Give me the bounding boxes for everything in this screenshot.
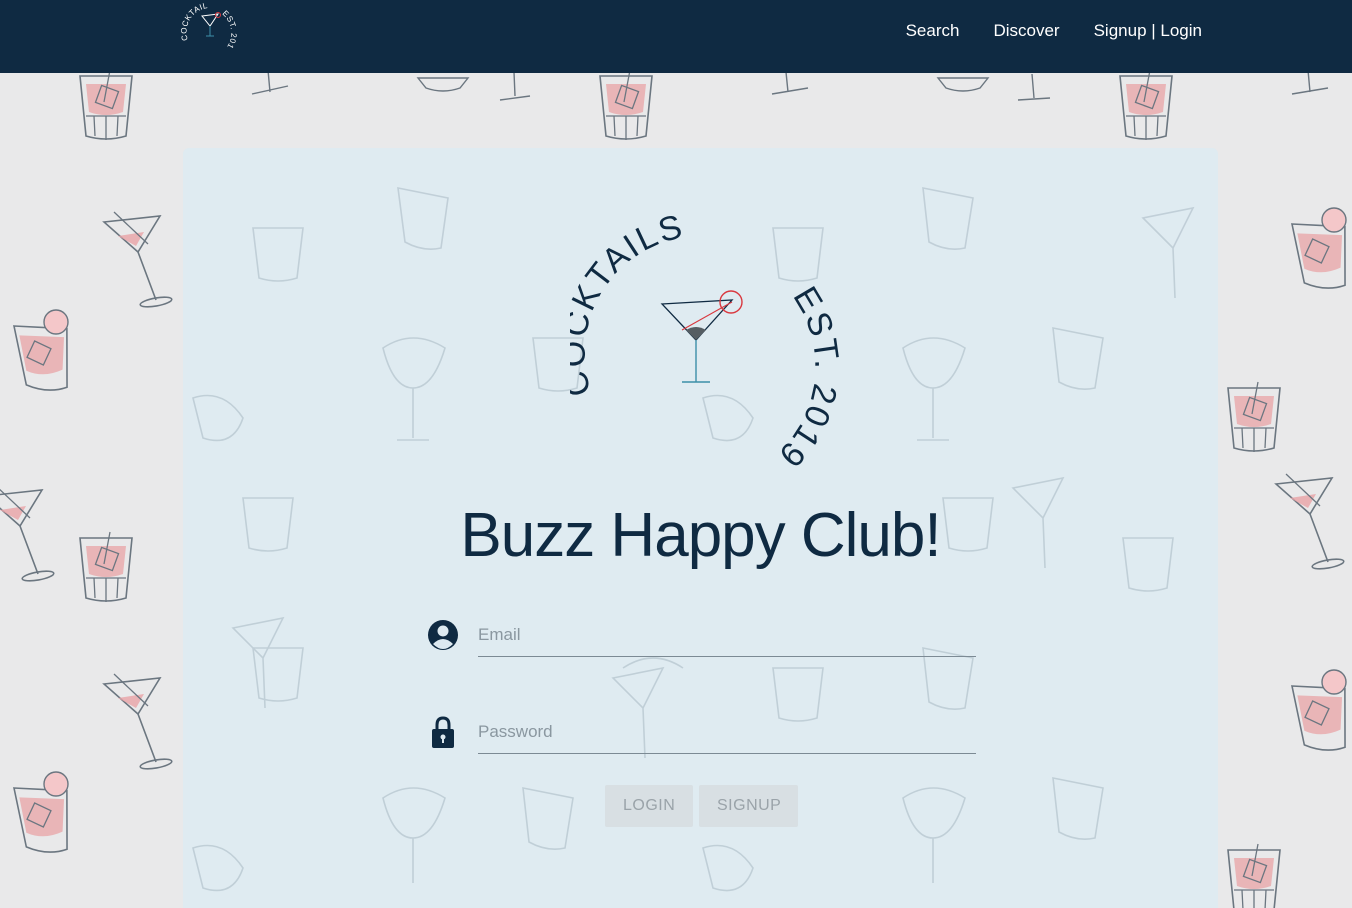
nav-search-link[interactable]: Search — [906, 20, 960, 42]
page-title: Buzz Happy Club! — [460, 501, 941, 570]
nav-signup-login-link[interactable]: Signup | Login — [1094, 20, 1202, 42]
password-input[interactable] — [478, 711, 976, 754]
person-circle-icon — [426, 618, 460, 652]
email-field-group — [426, 614, 978, 658]
form-buttons: LOGIN SIGNUP — [605, 785, 798, 827]
svg-text:EST. 2019: EST. 2019 — [770, 280, 845, 466]
nav-logo-text-top: COCKTAILS — [175, 0, 208, 42]
nav-discover-link[interactable]: Discover — [993, 20, 1059, 42]
martini-glass-icon — [660, 290, 743, 383]
login-button[interactable]: LOGIN — [605, 785, 693, 827]
hero-logo: COCKTAILS EST. 2019 — [555, 206, 850, 475]
svg-text:COCKTAILS: COCKTAILS — [178, 0, 209, 42]
site-logo[interactable]: COCKTAILS EST. 2019 — [175, 0, 242, 56]
lock-icon — [426, 715, 460, 749]
hero-logo-text-side: EST. 2019 — [770, 280, 843, 475]
top-navbar: COCKTAILS EST. 2019 Search Discover Sign… — [0, 0, 1352, 73]
signup-button[interactable]: SIGNUP — [699, 785, 798, 827]
email-input[interactable] — [478, 614, 976, 657]
password-field-group — [426, 711, 978, 755]
nav-links: Search Discover Signup | Login — [906, 20, 1202, 42]
login-card: COCKTAILS EST. 2019 Buzz Happy Club! — [183, 148, 1218, 908]
